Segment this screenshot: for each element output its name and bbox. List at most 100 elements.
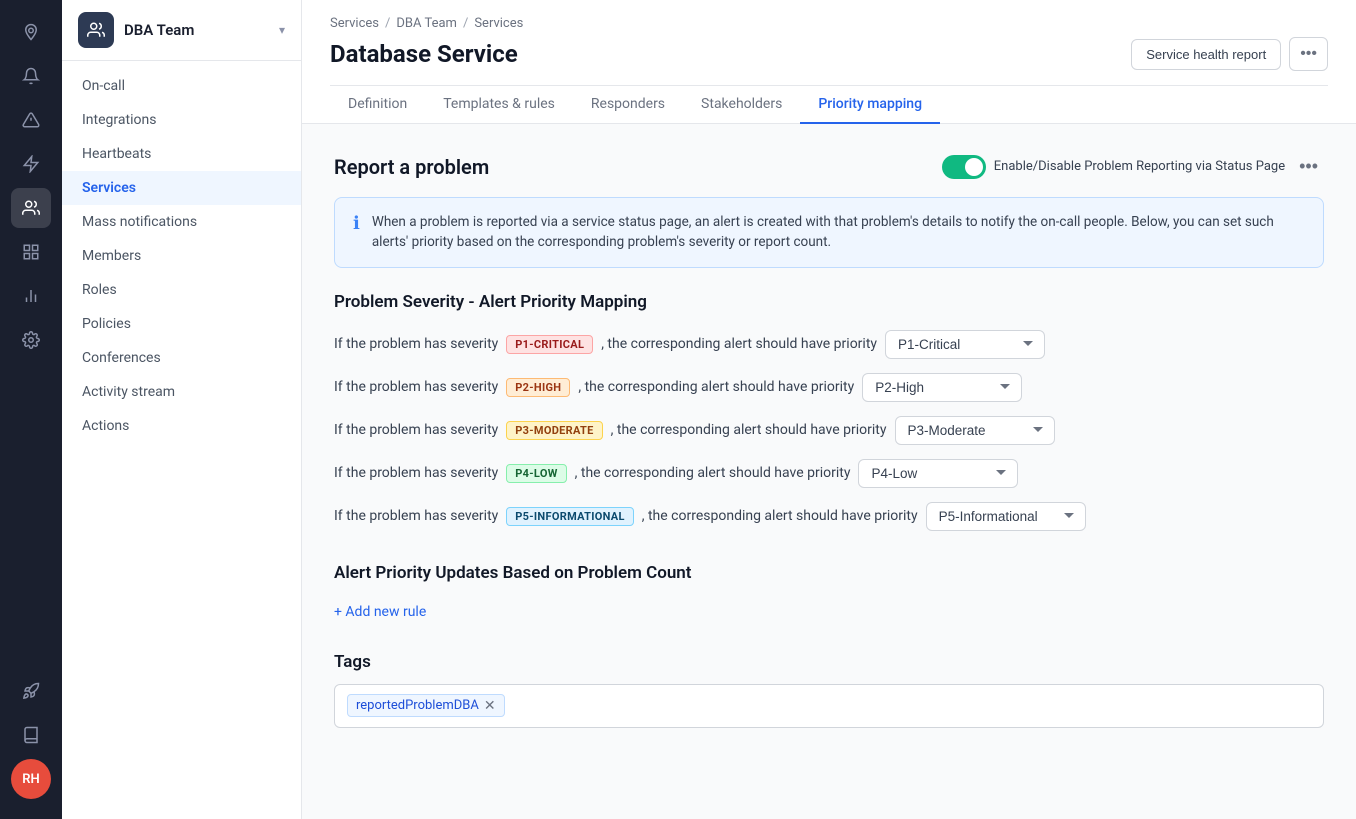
tabs: Definition Templates & rules Responders … — [330, 85, 1328, 123]
severity-mid-p1: , the corresponding alert should have pr… — [601, 336, 877, 352]
sidebar-item-mass-notifications[interactable]: Mass notifications — [62, 205, 301, 239]
alert-triangle-icon[interactable] — [11, 100, 51, 140]
priority-select-p4[interactable]: P1-Critical P2-High P3-Moderate P4-Low P… — [858, 459, 1018, 488]
sidebar-nav: On-call Integrations Heartbeats Services… — [62, 61, 301, 451]
breadcrumb-services[interactable]: Services — [330, 16, 379, 31]
sidebar-item-label: On-call — [82, 78, 125, 94]
severity-row-p2: If the problem has severity P2-HIGH , th… — [334, 373, 1324, 402]
users-icon[interactable] — [11, 188, 51, 228]
page-title-row: Database Service Service health report •… — [330, 37, 1328, 85]
sidebar-item-conferences[interactable]: Conferences — [62, 341, 301, 375]
sidebar-item-label: Integrations — [82, 112, 156, 128]
problem-reporting-toggle[interactable] — [942, 155, 986, 179]
priority-select-p2[interactable]: P1-Critical P2-High P3-Moderate P4-Low P… — [862, 373, 1022, 402]
info-box: ℹ When a problem is reported via a servi… — [334, 197, 1324, 268]
priority-select-p5[interactable]: P1-Critical P2-High P3-Moderate P4-Low P… — [926, 502, 1086, 531]
tags-input-area[interactable]: reportedProblemDBA ✕ — [334, 684, 1324, 728]
sidebar-item-label: Mass notifications — [82, 214, 197, 230]
severity-row-p3: If the problem has severity P3-MODERATE … — [334, 416, 1324, 445]
service-health-report-button[interactable]: Service health report — [1131, 39, 1281, 70]
team-icon — [78, 12, 114, 48]
tab-definition[interactable]: Definition — [330, 86, 425, 124]
info-icon: ℹ — [353, 213, 360, 253]
badge-p4-low: P4-LOW — [506, 464, 566, 483]
breadcrumb-sep-2: / — [463, 16, 468, 31]
severity-mid-p5: , the corresponding alert should have pr… — [642, 508, 918, 524]
sidebar-item-label: Members — [82, 248, 141, 264]
toggle-wrap: Enable/Disable Problem Reporting via Sta… — [942, 155, 1285, 179]
sidebar-item-on-call[interactable]: On-call — [62, 69, 301, 103]
sidebar-item-activity-stream[interactable]: Activity stream — [62, 375, 301, 409]
severity-mapping-title: Problem Severity - Alert Priority Mappin… — [334, 292, 1324, 312]
breadcrumb-dba-team[interactable]: DBA Team — [396, 16, 457, 31]
priority-select-p3[interactable]: P1-Critical P2-High P3-Moderate P4-Low P… — [895, 416, 1055, 445]
severity-prefix-p1: If the problem has severity — [334, 336, 498, 352]
chart-icon[interactable] — [11, 276, 51, 316]
team-name: DBA Team — [124, 21, 269, 39]
page-title: Database Service — [330, 40, 518, 68]
sidebar: DBA Team ▾ On-call Integrations Heartbea… — [62, 0, 302, 819]
section-more-button[interactable]: ••• — [1293, 152, 1324, 181]
sidebar-item-integrations[interactable]: Integrations — [62, 103, 301, 137]
sidebar-item-label: Heartbeats — [82, 146, 151, 162]
report-problem-title: Report a problem — [334, 155, 489, 179]
sidebar-item-roles[interactable]: Roles — [62, 273, 301, 307]
sidebar-item-label: Policies — [82, 316, 131, 332]
sidebar-item-services[interactable]: Services — [62, 171, 301, 205]
sidebar-item-label: Roles — [82, 282, 117, 298]
sidebar-item-label: Actions — [82, 418, 129, 434]
sidebar-item-actions[interactable]: Actions — [62, 409, 301, 443]
sidebar-item-policies[interactable]: Policies — [62, 307, 301, 341]
bell-icon[interactable] — [11, 56, 51, 96]
severity-prefix-p4: If the problem has severity — [334, 465, 498, 481]
tags-title: Tags — [334, 652, 1324, 672]
tab-stakeholders[interactable]: Stakeholders — [683, 86, 800, 124]
tab-responders[interactable]: Responders — [573, 86, 683, 124]
tab-templates-rules[interactable]: Templates & rules — [425, 86, 573, 124]
priority-select-p1[interactable]: P1-Critical P2-High P3-Moderate P4-Low P… — [885, 330, 1045, 359]
badge-p5-informational: P5-INFORMATIONAL — [506, 507, 633, 526]
page-actions: Service health report ••• — [1131, 37, 1328, 71]
grid-icon[interactable] — [11, 232, 51, 272]
severity-mid-p3: , the corresponding alert should have pr… — [611, 422, 887, 438]
report-problem-section: Report a problem Enable/Disable Problem … — [334, 152, 1324, 531]
info-text: When a problem is reported via a service… — [372, 212, 1305, 253]
zap-icon[interactable] — [11, 144, 51, 184]
severity-prefix-p2: If the problem has severity — [334, 379, 498, 395]
sidebar-item-members[interactable]: Members — [62, 239, 301, 273]
severity-mid-p4: , the corresponding alert should have pr… — [575, 465, 851, 481]
tags-section: Tags reportedProblemDBA ✕ — [334, 652, 1324, 728]
severity-row-p5: If the problem has severity P5-INFORMATI… — [334, 502, 1324, 531]
severity-row-p4: If the problem has severity P4-LOW , the… — [334, 459, 1324, 488]
section-controls: Enable/Disable Problem Reporting via Sta… — [942, 152, 1324, 181]
rocket-icon[interactable] — [11, 671, 51, 711]
badge-p1-critical: P1-CRITICAL — [506, 335, 593, 354]
tab-priority-mapping[interactable]: Priority mapping — [800, 86, 940, 124]
settings-icon[interactable] — [11, 320, 51, 360]
sidebar-item-heartbeats[interactable]: Heartbeats — [62, 137, 301, 171]
breadcrumb-current: Services — [474, 16, 523, 31]
top-header: Services / DBA Team / Services Database … — [302, 0, 1356, 124]
tag-chip-reported-problem-dba: reportedProblemDBA ✕ — [347, 694, 505, 717]
severity-mid-p2: , the corresponding alert should have pr… — [578, 379, 854, 395]
location-icon[interactable] — [11, 12, 51, 52]
book-icon[interactable] — [11, 715, 51, 755]
add-new-rule-link[interactable]: + Add new rule — [334, 604, 426, 620]
main-area: Services / DBA Team / Services Database … — [302, 0, 1356, 819]
toggle-label: Enable/Disable Problem Reporting via Sta… — [994, 159, 1285, 174]
content-area: Report a problem Enable/Disable Problem … — [302, 124, 1356, 819]
section-header: Report a problem Enable/Disable Problem … — [334, 152, 1324, 181]
icon-bar: RH — [0, 0, 62, 819]
team-selector[interactable]: DBA Team ▾ — [62, 0, 301, 61]
user-avatar[interactable]: RH — [11, 759, 51, 799]
sidebar-item-label: Conferences — [82, 350, 161, 366]
icon-bar-top — [11, 12, 51, 667]
severity-prefix-p5: If the problem has severity — [334, 508, 498, 524]
more-options-button[interactable]: ••• — [1289, 37, 1328, 71]
badge-p2-high: P2-HIGH — [506, 378, 570, 397]
chevron-down-icon: ▾ — [279, 23, 285, 37]
tag-chip-remove-button[interactable]: ✕ — [484, 699, 496, 713]
icon-bar-bottom: RH — [11, 671, 51, 807]
badge-p3-moderate: P3-MODERATE — [506, 421, 602, 440]
severity-prefix-p3: If the problem has severity — [334, 422, 498, 438]
